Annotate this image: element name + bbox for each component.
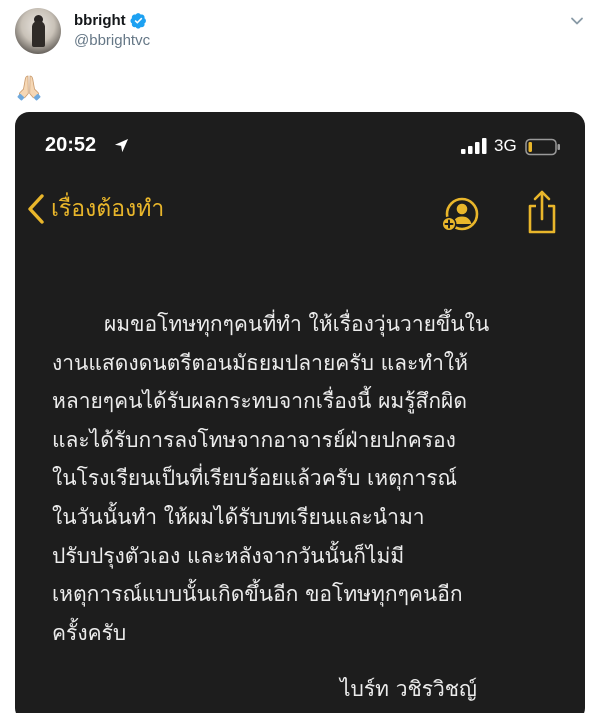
back-button-label: เรื่องต้องทำ [51, 196, 165, 222]
note-body[interactable]: ผมขอโทษทุกๆคนที่ทำ ให้เรื่องวุ่นวายขึ้นใ… [52, 305, 572, 652]
author-name-row: bbright [74, 12, 147, 29]
signal-icon [461, 138, 487, 154]
note-line: ผมขอโทษทุกๆคนที่ทำ ให้เรื่องวุ่นวายขึ้นใ… [104, 312, 490, 336]
notes-nav-bar: เรื่องต้องทำ [15, 188, 585, 242]
note-line: ครั้งครับ [52, 620, 127, 645]
attached-image[interactable]: 20:52 3G เรื่องต้องทำ ผมขอโทษทุกๆคนที่ทำ… [15, 112, 585, 713]
share-icon[interactable] [522, 188, 562, 236]
network-type: 3G [494, 136, 517, 155]
verified-badge-icon [130, 13, 146, 29]
battery-icon [525, 138, 560, 156]
avatar-figure-body [32, 21, 45, 47]
note-line: ในวันนั้นทำ ให้ผมได้รับบทเรียนและนำมา [52, 504, 425, 529]
status-time: 20:52 [45, 134, 97, 156]
display-name[interactable]: bbright [74, 12, 126, 29]
back-chevron-icon [28, 194, 44, 224]
location-arrow-icon [114, 138, 129, 153]
note-line: งานแสดงดนตรีตอนมัธยมปลายครับ และทำให้ [52, 350, 469, 375]
note-line: หลายๆคนได้รับผลกระทบจากเรื่องนี้ ผมรู้สึ… [52, 389, 467, 414]
tweet-card: bbright @bbrightvc 20:52 3G เรื่องต้องทำ… [0, 0, 600, 713]
note-line: ในโรงเรียนเป็นที่เรียบร้อยแล้วครับ เหตุก… [52, 466, 457, 491]
note-line: เหตุการณ์แบบนั้นเกิดขึ้นอีก ขอโทษทุกๆคนอ… [52, 582, 463, 607]
add-person-icon[interactable] [438, 192, 482, 236]
tweet-text [14, 72, 44, 109]
chevron-down-icon[interactable] [570, 14, 584, 28]
status-bar: 20:52 3G [15, 112, 585, 172]
back-button[interactable]: เรื่องต้องทำ [27, 192, 164, 226]
note-line: ปรับปรุงตัวเอง และหลังจากวันนั้นก็ไม่มี [52, 543, 405, 568]
note-signature: ไบร์ท วชิรวิชญ์ [340, 677, 477, 701]
praying-hands-icon [17, 75, 41, 101]
note-line: และได้รับการลงโทษจากอาจารย์ฝ่ายปกครอง [52, 427, 456, 452]
handle[interactable]: @bbrightvc [74, 32, 150, 49]
avatar[interactable] [15, 8, 61, 54]
